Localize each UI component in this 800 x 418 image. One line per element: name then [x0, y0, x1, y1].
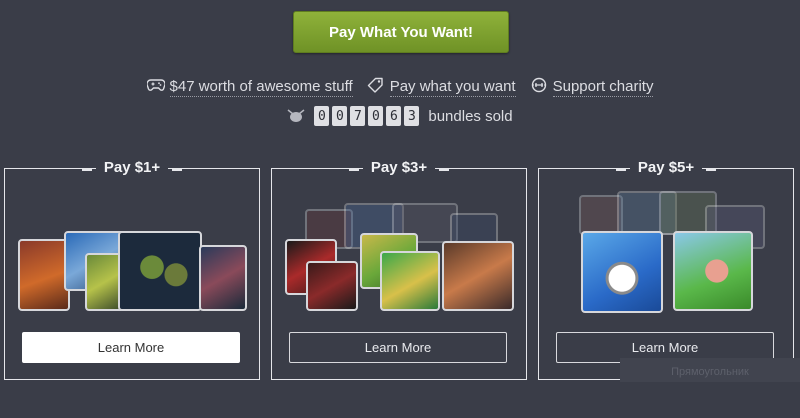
game-cover-armored-robot-art	[199, 245, 247, 311]
charity-icon	[530, 77, 548, 97]
feature-pay: Pay what you want	[367, 77, 516, 97]
counter-digit: 6	[386, 106, 402, 126]
tier-pay-5: Pay $5+ Learn More	[538, 159, 794, 380]
counter-digit: 0	[332, 106, 348, 126]
game-cover-orc-art	[442, 241, 514, 311]
bundle-features: $47 worth of awesome stuff Pay what you …	[0, 76, 800, 98]
tier-pay-1: Pay $1+ Learn More	[4, 159, 260, 380]
counter-digit: 0	[368, 106, 384, 126]
bundles-sold-label: bundles sold	[428, 107, 513, 125]
counter-digit: 0	[314, 106, 330, 126]
game-cover-world-map-art	[118, 231, 202, 311]
feature-worth-label: $47 worth of awesome stuff	[169, 77, 353, 97]
pay-what-you-want-button[interactable]: Pay What You Want!	[293, 11, 509, 53]
feature-worth: $47 worth of awesome stuff	[145, 77, 353, 97]
learn-more-button[interactable]: Learn More	[22, 332, 240, 363]
tier-title: Pay $3+	[362, 159, 436, 176]
game-cover-worms-art	[673, 231, 753, 311]
bundles-sold-counter: 0 0 7 0 6 3 bundles sold	[0, 105, 800, 127]
feature-charity-label: Support charity	[552, 77, 654, 97]
feature-charity: Support charity	[530, 77, 654, 97]
counter-digit: 3	[404, 106, 420, 126]
game-cover-warrior-art	[306, 261, 358, 311]
tier-pay-3: Pay $3+ Learn More	[271, 159, 527, 380]
tier-title: Pay $1+	[95, 159, 169, 176]
gamepad-icon	[145, 78, 166, 96]
game-cover-mech-art	[18, 239, 70, 311]
game-cover-golden-knight-art	[380, 251, 440, 311]
game-cover-knight-doodle-art	[581, 231, 663, 313]
tag-icon	[367, 77, 385, 97]
learn-more-button[interactable]: Learn More	[289, 332, 507, 363]
counter-digit: 7	[350, 106, 366, 126]
watermark-label: Прямоугольник	[620, 358, 800, 382]
feature-pay-label: Pay what you want	[389, 77, 516, 97]
bundle-sold-icon	[287, 108, 305, 124]
tier-title: Pay $5+	[629, 159, 703, 176]
